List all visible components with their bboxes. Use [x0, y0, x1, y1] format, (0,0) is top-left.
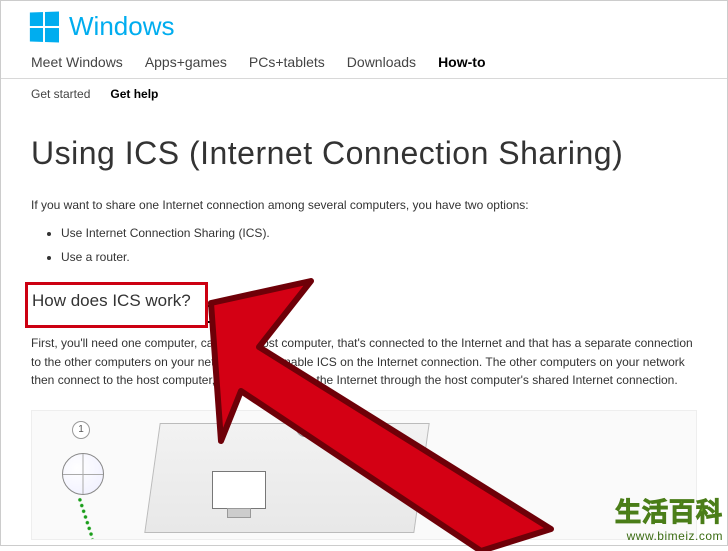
subnav-get-started[interactable]: Get started [31, 87, 90, 101]
secondary-nav: Get started Get help [1, 79, 727, 109]
intro-text: If you want to share one Internet connec… [31, 198, 697, 212]
watermark: 生活百科 www.bimeiz.com [615, 492, 723, 543]
options-list: Use Internet Connection Sharing (ICS). U… [31, 226, 697, 264]
nav-how-to[interactable]: How-to [438, 54, 485, 70]
text-cursor-icon [211, 305, 213, 323]
diagram-label-1: 1 [72, 421, 90, 439]
diagram-label-2: 2 [296, 419, 314, 437]
brand-header: Windows [1, 1, 727, 48]
room-outline [144, 423, 429, 533]
section-heading: How does ICS work? [32, 291, 191, 311]
nav-downloads[interactable]: Downloads [347, 54, 416, 70]
ics-diagram: 1 2 [31, 410, 697, 540]
globe-icon [62, 453, 104, 495]
windows-logo-icon [30, 11, 59, 42]
list-item: Use a router. [61, 250, 697, 264]
brand-name: Windows [69, 11, 174, 42]
highlighted-heading-box: How does ICS work? [25, 282, 208, 328]
subnav-get-help[interactable]: Get help [110, 87, 158, 101]
page-title: Using ICS (Internet Connection Sharing) [31, 135, 697, 172]
nav-meet-windows[interactable]: Meet Windows [31, 54, 123, 70]
network-cable-icon [76, 496, 95, 540]
content-area: Using ICS (Internet Connection Sharing) … [1, 109, 727, 540]
monitor-icon [212, 471, 266, 509]
nav-apps-games[interactable]: Apps+games [145, 54, 227, 70]
list-item: Use Internet Connection Sharing (ICS). [61, 226, 697, 240]
primary-nav: Meet Windows Apps+games PCs+tablets Down… [1, 48, 727, 79]
watermark-text: 生活百科 [615, 492, 723, 529]
section-body: First, you'll need one computer, called … [31, 334, 697, 390]
nav-pcs-tablets[interactable]: PCs+tablets [249, 54, 325, 70]
watermark-url: www.bimeiz.com [615, 529, 723, 543]
